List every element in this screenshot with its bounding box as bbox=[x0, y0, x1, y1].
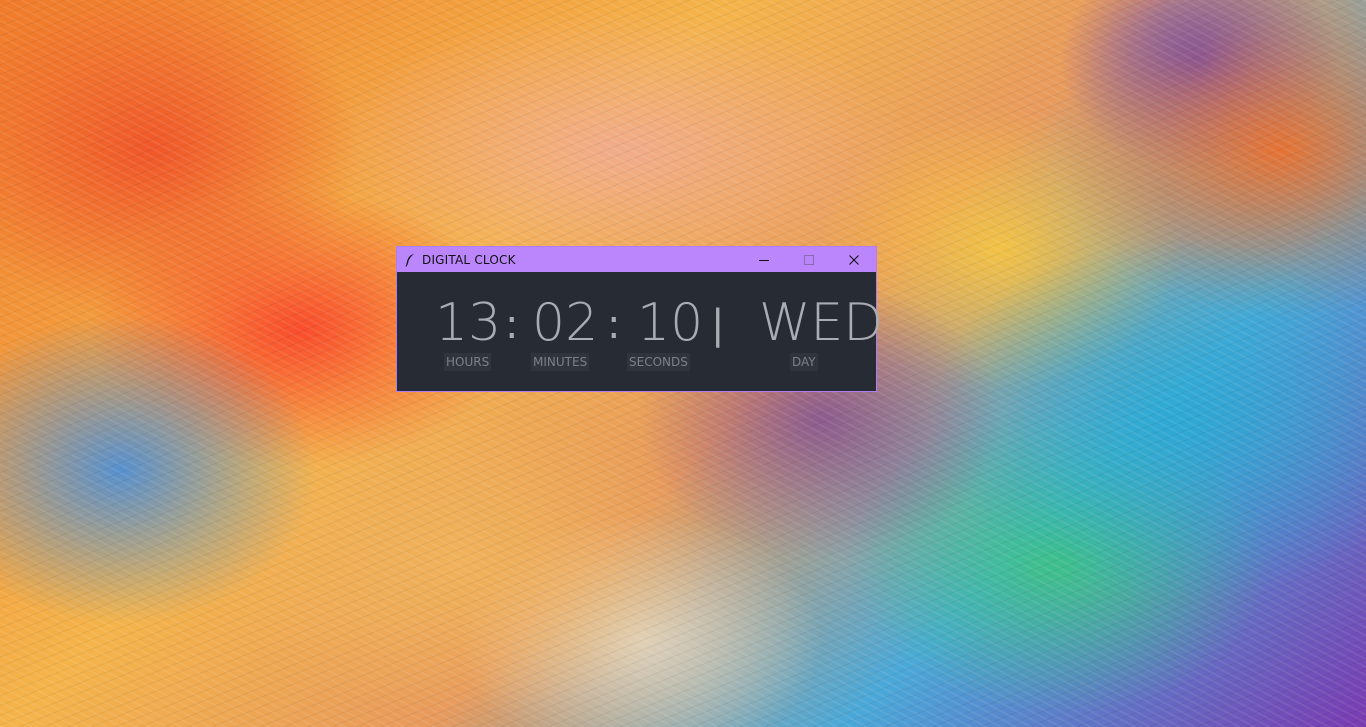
clock-display: 13 : 02 : 10 | WED HOURS MINUTES SECONDS… bbox=[397, 272, 883, 391]
digital-clock-window: DIGITAL CLOCK 13 : 02 : 10 | WED HOURS M… bbox=[396, 246, 883, 392]
maximize-icon bbox=[803, 254, 814, 265]
maximize-button[interactable] bbox=[786, 247, 831, 272]
close-icon bbox=[848, 254, 859, 265]
minimize-button[interactable] bbox=[741, 247, 786, 272]
minutes-label: MINUTES bbox=[531, 353, 590, 371]
title-bar[interactable]: DIGITAL CLOCK bbox=[397, 247, 876, 272]
feather-icon bbox=[400, 247, 420, 272]
minutes-seconds-separator: : bbox=[607, 302, 621, 348]
day-value: WED bbox=[759, 293, 884, 353]
day-label: DAY bbox=[790, 353, 818, 371]
hours-label: HOURS bbox=[444, 353, 492, 371]
minimize-icon bbox=[758, 259, 769, 261]
window-title: DIGITAL CLOCK bbox=[422, 252, 516, 267]
hours-minutes-separator: : bbox=[505, 302, 519, 348]
hours-value: 13 bbox=[435, 293, 502, 353]
window-controls bbox=[741, 247, 876, 272]
seconds-value: 10 bbox=[637, 293, 704, 353]
seconds-label: SECONDS bbox=[627, 353, 690, 371]
minutes-value: 02 bbox=[532, 293, 599, 353]
time-day-divider: | bbox=[711, 302, 725, 348]
close-button[interactable] bbox=[831, 247, 876, 272]
